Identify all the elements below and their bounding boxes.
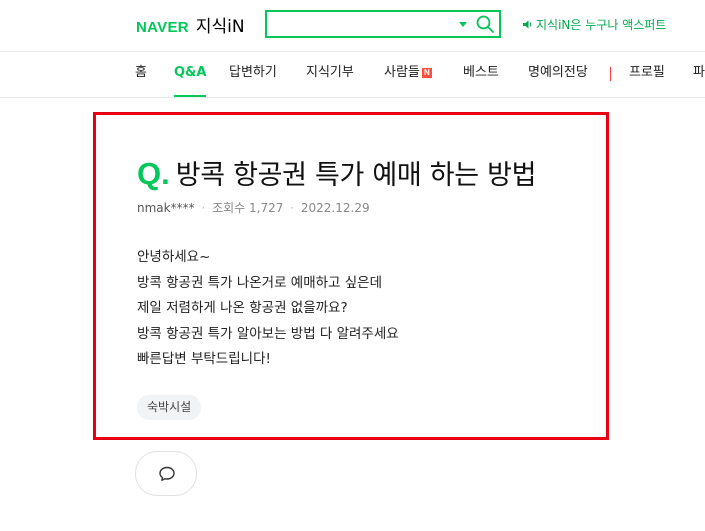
search-input[interactable] — [267, 12, 452, 36]
nav-item-people[interactable]: 사람들 N — [384, 52, 432, 97]
nav-item-label[interactable]: Q&A — [174, 65, 206, 80]
question-mark: Q. — [137, 156, 170, 191]
nav-item-donate[interactable]: 지식기부 — [306, 52, 354, 97]
logo[interactable]: NAVER 지식iN — [136, 12, 245, 37]
meta-separator: · — [201, 201, 206, 215]
post-date: 2022.12.29 — [300, 201, 370, 215]
meta-separator: · — [290, 201, 295, 215]
views-count: 1,727 — [249, 201, 284, 215]
body-line: 제일 저렴하게 나온 항공권 없을까요? — [137, 300, 348, 316]
nav-item-label[interactable]: 답변하기 — [229, 65, 277, 80]
caret-down-icon[interactable] — [458, 19, 468, 29]
body-line: 방콕 항공권 특가 나온거로 예매하고 싶은데 — [137, 274, 383, 291]
logo-service[interactable]: 지식iN — [196, 12, 245, 37]
body-line: 방콕 항공권 특가 알아보는 방법 다 알려주세요 — [137, 325, 399, 342]
comment-button[interactable] — [135, 451, 197, 496]
nav-item-label[interactable]: 홈 — [135, 65, 147, 80]
nav-item-label[interactable]: 명예의전당 — [528, 65, 588, 80]
question-card: Q. 방콕 항공권 특가 예매 하는 방법 nmak**** · 조회수 1,7… — [93, 112, 609, 440]
body-line: 안녕하세요~ — [137, 249, 211, 265]
nav-item-label[interactable]: 베스트 — [463, 65, 499, 80]
nav-item-label[interactable]: 지식기부 — [306, 65, 354, 80]
header: NAVER 지식iN 지식iN은 누구나 액스퍼트 — [0, 0, 705, 50]
search-icon[interactable] — [475, 14, 495, 34]
nav-divider — [610, 67, 611, 81]
nav-item-hall-of-fame[interactable]: 명예의전당 — [528, 52, 588, 97]
category-tag[interactable]: 숙박시설 — [137, 395, 202, 420]
nav-item-label[interactable]: 프로필 — [629, 65, 665, 80]
question-meta: nmak**** · 조회수 1,727 · 2022.12.29 — [137, 199, 370, 216]
author-name[interactable]: nmak**** — [137, 201, 195, 215]
nav-item-best[interactable]: 베스트 — [463, 52, 499, 97]
nav-item-qna[interactable]: Q&A — [174, 52, 207, 97]
promo-text[interactable]: 지식iN은 누구나 액스퍼트 — [536, 16, 666, 33]
nav-item-home[interactable]: 홈 — [135, 52, 147, 97]
new-badge: N — [421, 68, 432, 78]
nav-item-profile[interactable]: 프로필 — [629, 52, 665, 97]
nav-item-answer[interactable]: 답변하기 — [229, 52, 277, 97]
main-nav: 홈 Q&A 답변하기 지식기부 사람들 N 베스트 명예의전당 프로필 파 — [0, 51, 705, 98]
comment-icon — [159, 466, 175, 481]
body-line: 빠른답변 부탁드립니다! — [137, 351, 271, 367]
nav-item-label[interactable]: 파 — [693, 65, 705, 80]
question-body: 안녕하세요~ 방콕 항공권 특가 나온거로 예매하고 싶은데 제일 저렴하게 나… — [137, 245, 577, 373]
speaker-icon — [523, 20, 532, 28]
search-box — [265, 10, 501, 38]
promo-link[interactable]: 지식iN은 누구나 액스퍼트 — [522, 16, 666, 32]
views-label: 조회수 — [212, 201, 246, 215]
question-title: Q. 방콕 항공권 특가 예매 하는 방법 — [137, 153, 536, 192]
nav-item-partner[interactable]: 파 — [693, 52, 705, 97]
question-title-text: 방콕 항공권 특가 예매 하는 방법 — [175, 160, 537, 191]
logo-naver[interactable]: NAVER — [136, 19, 189, 36]
nav-item-label[interactable]: 사람들 — [384, 65, 420, 80]
